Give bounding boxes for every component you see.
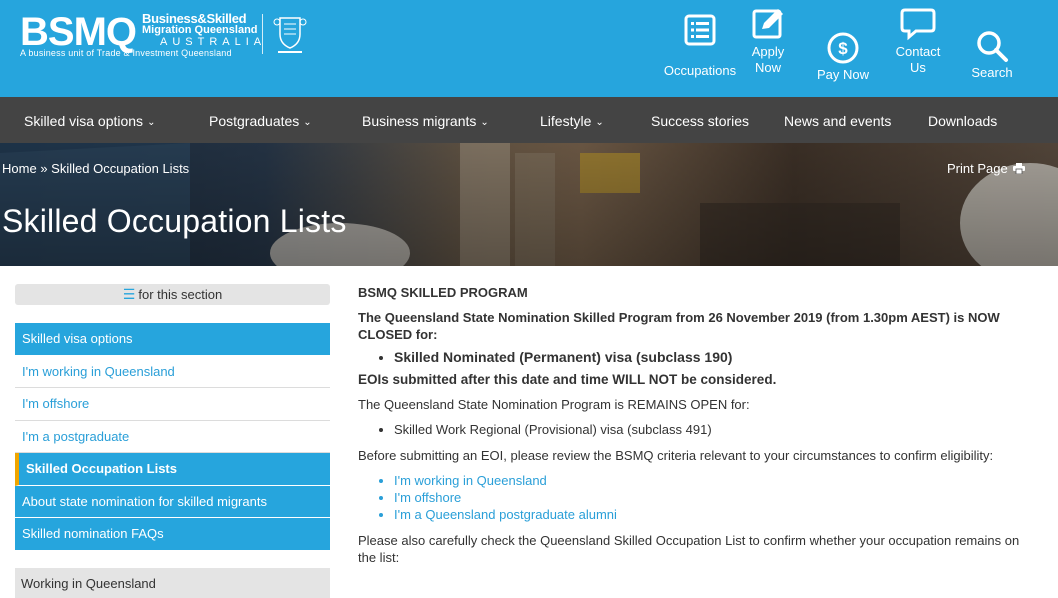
logo-divider bbox=[262, 14, 263, 54]
nav-item-downloads[interactable]: Downloads bbox=[928, 97, 997, 143]
open-notice: The Queensland State Nomination Program … bbox=[358, 397, 750, 412]
eoi-notice: EOIs submitted after this date and time … bbox=[358, 372, 777, 387]
content-heading: BSMQ SKILLED PROGRAM bbox=[358, 285, 528, 300]
chat-icon bbox=[900, 8, 936, 41]
closed-list: Skilled Nominated (Permanent) visa (subc… bbox=[358, 347, 1038, 367]
list-item: I'm working in Queensland bbox=[394, 472, 1038, 489]
header-nav-label: Pay Now bbox=[816, 67, 870, 82]
nav-item-label: News and events bbox=[784, 113, 892, 129]
list-item: Skilled Work Regional (Provisional) visa… bbox=[394, 421, 1038, 438]
link-postgraduate-alumni[interactable]: I'm a Queensland postgraduate alumni bbox=[394, 507, 617, 522]
breadcrumb: Home » Skilled Occupation Lists bbox=[2, 161, 189, 176]
header-nav-label: Apply bbox=[751, 44, 785, 59]
list-item: I'm a Queensland postgraduate alumni bbox=[394, 506, 1038, 523]
print-page-label: Print Page bbox=[947, 161, 1008, 176]
nav-item-label: Success stories bbox=[651, 113, 750, 129]
chevron-down-icon: ⌄ bbox=[480, 117, 489, 128]
nav-item-postgraduates[interactable]: Postgraduates ⌄ bbox=[209, 97, 312, 143]
sidebar-item-offshore[interactable]: I'm offshore bbox=[15, 388, 330, 421]
header-nav-occupations[interactable]: Occupations bbox=[663, 10, 737, 90]
breadcrumb-separator: » bbox=[40, 161, 48, 176]
nav-item-news-and-events[interactable]: News and events bbox=[784, 97, 891, 143]
link-working-in-queensland[interactable]: I'm working in Queensland bbox=[394, 473, 547, 488]
sidebar-item-skilled-occupation-lists[interactable]: Skilled Occupation Lists bbox=[15, 453, 330, 486]
nav-item-label: Lifestyle bbox=[540, 113, 592, 129]
main-content: BSMQ SKILLED PROGRAM The Queensland Stat… bbox=[358, 284, 1038, 566]
section-menu-label: for this section bbox=[138, 287, 223, 302]
main-nav: Skilled visa options ⌄ Postgraduates ⌄ Bus… bbox=[0, 97, 1058, 143]
bsmq-logo[interactable]: BSMQ Business&Skilled Migration Queensla… bbox=[20, 10, 310, 62]
queensland-crest-icon bbox=[273, 17, 307, 53]
sidebar-item-working-in-queensland[interactable]: I'm working in Queensland bbox=[15, 355, 330, 388]
dollar-icon: $ bbox=[827, 32, 859, 64]
header-nav-label: Us bbox=[910, 60, 926, 75]
nav-item-lifestyle[interactable]: Lifestyle ⌄ bbox=[540, 97, 604, 143]
nav-item-label: Skilled visa options bbox=[24, 113, 144, 129]
chevron-down-icon: ⌄ bbox=[595, 117, 604, 128]
hero-banner: Home » Skilled Occupation Lists Print Pa… bbox=[0, 143, 1058, 266]
nav-item-success-stories[interactable]: Success stories bbox=[651, 97, 749, 143]
logo-tagline: A business unit of Trade & Investment Qu… bbox=[20, 48, 232, 58]
sidebar-item-skilled-visa-options[interactable]: Skilled visa options bbox=[15, 323, 330, 356]
printer-icon bbox=[1013, 163, 1026, 175]
nav-item-skilled-visa-options[interactable]: Skilled visa options ⌄ bbox=[24, 97, 155, 143]
chevron-down-icon: ⌄ bbox=[147, 117, 156, 128]
sidebar-item-about-state-nomination[interactable]: About state nomination for skilled migra… bbox=[15, 485, 330, 518]
list-item: I'm offshore bbox=[394, 489, 1038, 506]
sidebar-item-skilled-nomination-faqs[interactable]: Skilled nomination FAQs bbox=[15, 518, 330, 551]
list-item: Skilled Nominated (Permanent) visa (subc… bbox=[394, 347, 1038, 367]
logo-line2: Migration Queensland bbox=[142, 24, 258, 36]
header-nav-label: Now bbox=[754, 60, 781, 75]
site-header: BSMQ Business&Skilled Migration Queensla… bbox=[0, 0, 1058, 97]
svg-text:$: $ bbox=[838, 39, 848, 58]
closed-notice: The Queensland State Nomination Skilled … bbox=[358, 310, 1000, 342]
header-nav-search[interactable]: Search bbox=[966, 10, 1018, 90]
nav-item-label: Postgraduates bbox=[209, 113, 300, 129]
nav-item-business-migrants[interactable]: Business migrants ⌄ bbox=[362, 97, 489, 143]
page-title: Skilled Occupation Lists bbox=[2, 203, 347, 239]
section-menu: Skilled visa options I'm working in Quee… bbox=[15, 323, 330, 551]
before-text: Before submitting an EOI, please review … bbox=[358, 448, 994, 463]
breadcrumb-home[interactable]: Home bbox=[2, 161, 37, 176]
hamburger-icon: ☰ bbox=[122, 286, 136, 302]
logo-line3: AUSTRALIA bbox=[160, 36, 267, 48]
check-text: Please also carefully check the Queensla… bbox=[358, 533, 1020, 565]
chevron-down-icon: ⌄ bbox=[303, 117, 312, 128]
header-nav-pay-now[interactable]: $ Pay Now bbox=[813, 10, 873, 90]
header-nav-contact-us[interactable]: Contact Us bbox=[893, 8, 943, 90]
sidebar-item-working-in-queensland-section[interactable]: Working in Queensland bbox=[15, 568, 330, 598]
header-nav-label: Contact bbox=[895, 44, 941, 59]
print-page-button[interactable]: Print Page bbox=[947, 161, 1026, 176]
section-menu-toggle[interactable]: ☰ for this section bbox=[15, 284, 330, 305]
header-nav-apply-now[interactable]: Apply Now bbox=[745, 9, 791, 90]
nav-item-label: Business migrants bbox=[362, 113, 477, 129]
header-nav-label: Occupations bbox=[663, 63, 737, 78]
criteria-links: I'm working in Queensland I'm offshore I… bbox=[358, 472, 1038, 523]
nav-item-label: Downloads bbox=[928, 113, 998, 129]
link-offshore[interactable]: I'm offshore bbox=[394, 490, 461, 505]
breadcrumb-current: Skilled Occupation Lists bbox=[51, 161, 190, 176]
edit-icon bbox=[752, 9, 783, 39]
list-icon bbox=[684, 14, 716, 46]
header-nav-label: Search bbox=[971, 65, 1013, 80]
sidebar-item-postgraduate[interactable]: I'm a postgraduate bbox=[15, 420, 330, 453]
open-list: Skilled Work Regional (Provisional) visa… bbox=[358, 421, 1038, 438]
search-icon bbox=[977, 31, 1008, 62]
